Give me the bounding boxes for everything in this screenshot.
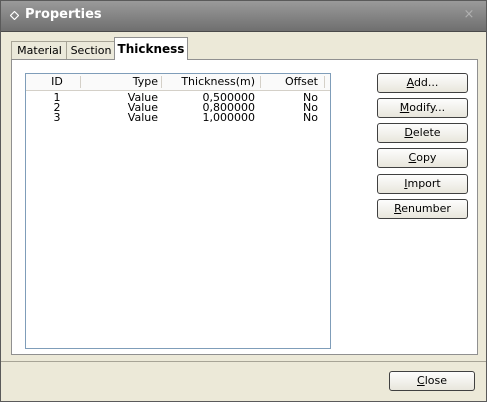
add-label: dd...: [413, 76, 439, 89]
cell-type: Value: [127, 111, 158, 124]
header-separator[interactable]: [260, 76, 261, 88]
add-mnemonic: A: [406, 76, 414, 89]
properties-window: Properties × Material Section Thickness …: [0, 0, 487, 402]
modify-label: odify...: [409, 101, 446, 114]
cell-id: 3: [53, 111, 61, 124]
delete-button[interactable]: Delete: [377, 123, 468, 143]
modify-mnemonic: M: [399, 101, 410, 114]
header-separator[interactable]: [80, 76, 81, 88]
tab-thickness[interactable]: Thickness: [114, 37, 188, 60]
list-item[interactable]: 3 Value 1,000000 No: [26, 111, 330, 124]
tab-material[interactable]: Material: [11, 41, 68, 59]
header-separator[interactable]: [161, 76, 162, 88]
title-bar[interactable]: Properties ×: [1, 1, 486, 32]
column-header-id[interactable]: ID: [42, 74, 72, 90]
copy-button[interactable]: Copy: [377, 148, 468, 168]
add-button[interactable]: Add...: [377, 73, 468, 93]
close-button[interactable]: Close: [389, 371, 475, 391]
cell-thickness: 1,000000: [202, 111, 256, 124]
delete-label: elete: [412, 126, 441, 139]
copy-label: opy: [416, 151, 437, 164]
import-label: mport: [407, 177, 441, 190]
renumber-label: enumber: [401, 202, 451, 215]
delete-mnemonic: D: [404, 126, 413, 139]
window-title: Properties: [25, 7, 102, 22]
renumber-button[interactable]: Renumber: [377, 199, 468, 219]
column-header-offset[interactable]: Offset: [278, 74, 318, 90]
thickness-list[interactable]: ID Type Thickness(m) Offset 1 Value 0,50…: [25, 73, 331, 349]
list-header: ID Type Thickness(m) Offset: [26, 74, 330, 91]
bottom-divider: [1, 361, 486, 362]
header-separator[interactable]: [324, 76, 325, 88]
modify-button[interactable]: Modify...: [377, 98, 468, 118]
close-mnemonic: C: [417, 374, 425, 387]
close-label: lose: [424, 374, 447, 387]
diamond-icon: [10, 11, 19, 20]
column-header-type[interactable]: Type: [106, 74, 158, 90]
thickness-panel: ID Type Thickness(m) Offset 1 Value 0,50…: [11, 59, 478, 355]
close-icon[interactable]: ×: [462, 8, 476, 22]
cell-offset: No: [303, 111, 318, 124]
column-header-thickness[interactable]: Thickness(m): [178, 74, 255, 90]
tab-section[interactable]: Section: [66, 41, 116, 59]
import-button[interactable]: Import: [377, 174, 468, 194]
